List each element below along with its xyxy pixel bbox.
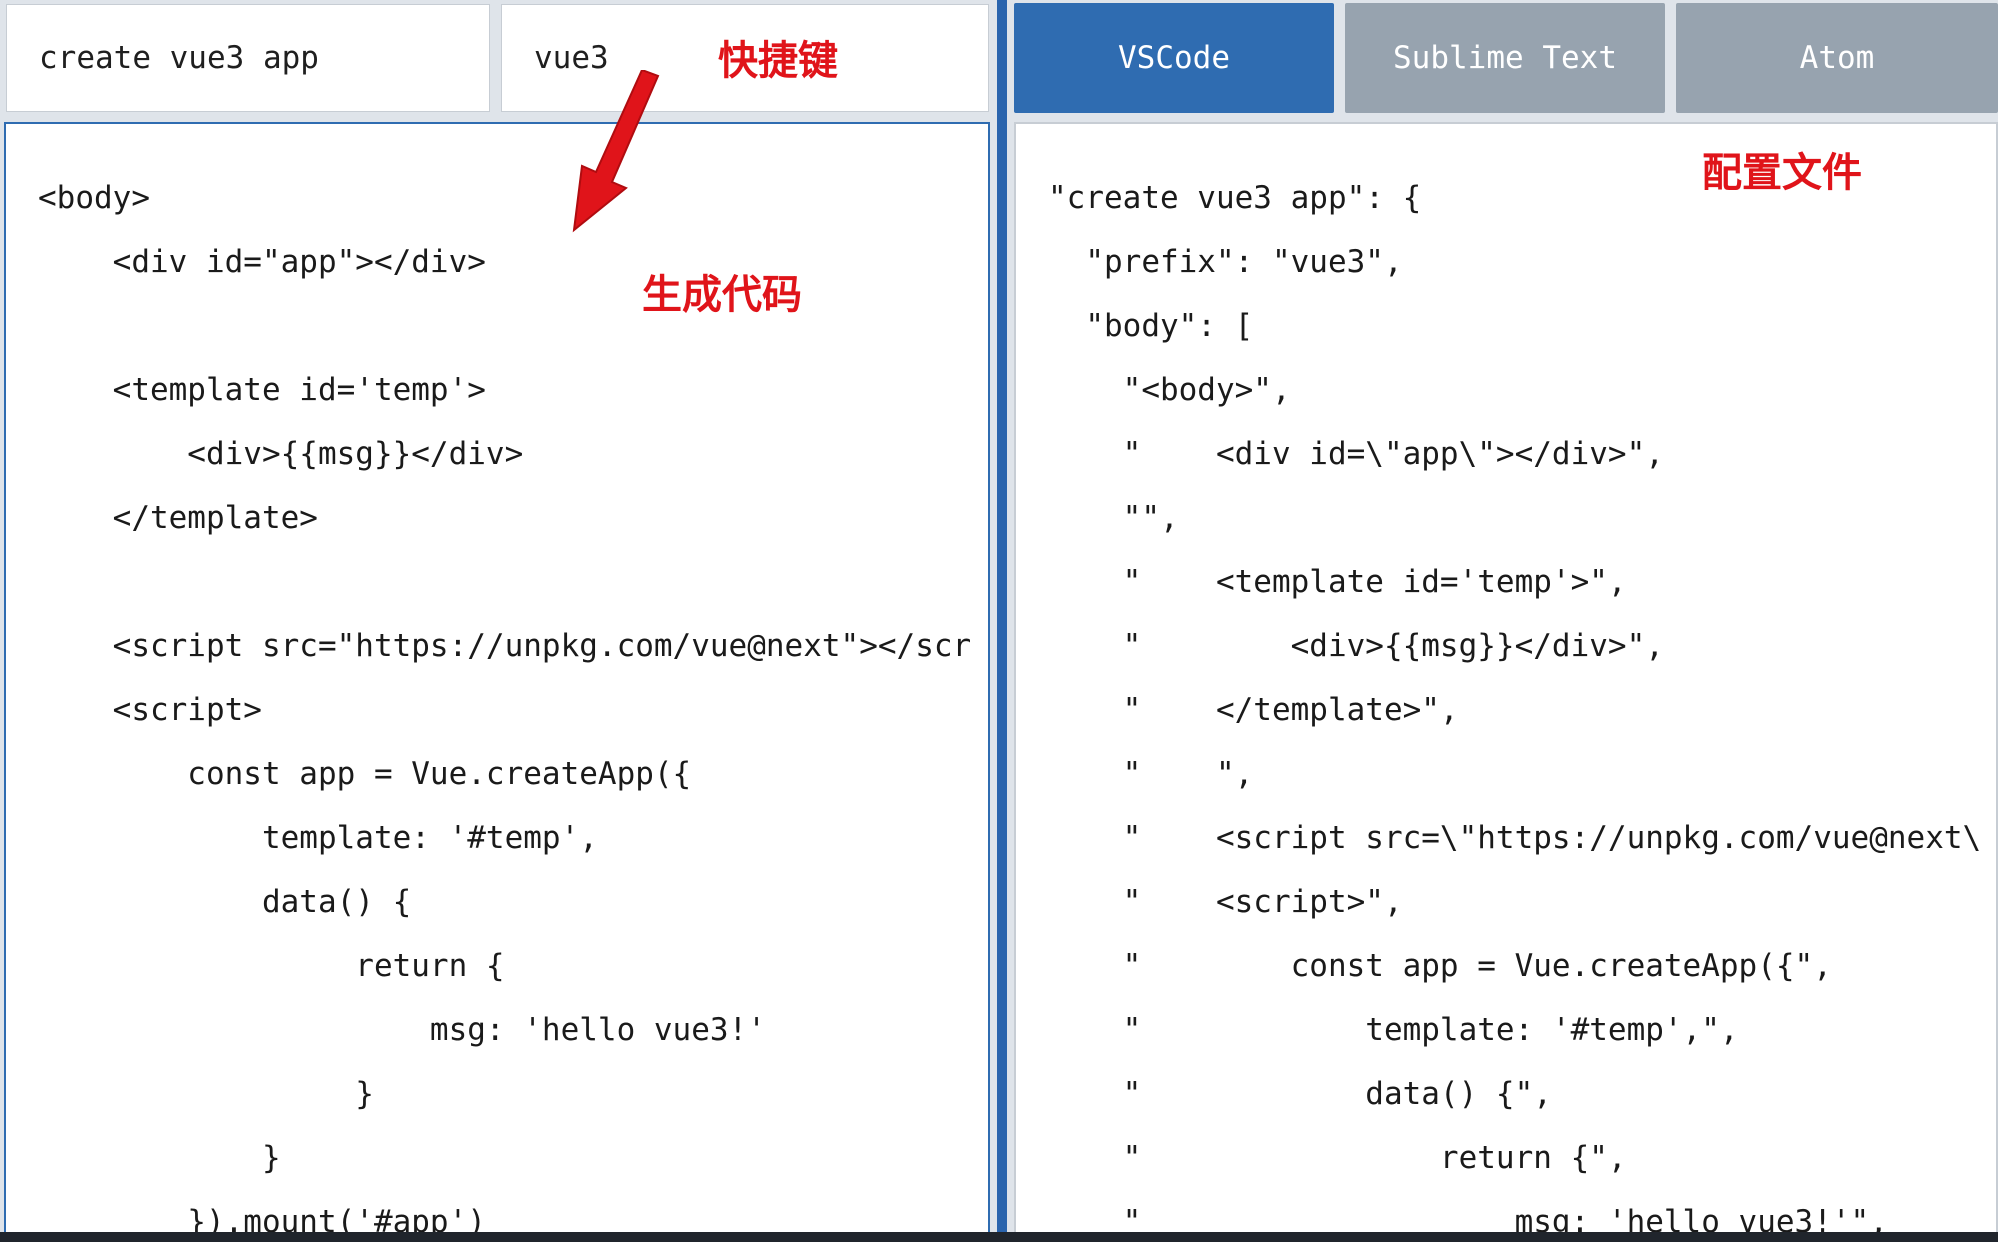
annotation-arrow-icon	[572, 70, 660, 233]
code-line: <body>	[38, 180, 150, 216]
config-code-lines: "create vue3 app": { "prefix": "vue3", "…	[1048, 166, 1982, 1240]
code-line: return {	[38, 948, 505, 984]
code-line: }	[38, 1140, 281, 1176]
code-line: " </template>",	[1048, 692, 1459, 728]
config-code-panel[interactable]: "create vue3 app": { "prefix": "vue3", "…	[1014, 122, 1998, 1242]
code-line: " <div id=\"app\"></div>",	[1048, 436, 1664, 472]
code-line: " <div>{{msg}}</div>",	[1048, 628, 1664, 664]
snippet-description-input[interactable]: create vue3 app	[6, 4, 490, 112]
code-line: "body": [	[1048, 308, 1254, 344]
annotation-shortcut: 快捷键	[718, 38, 838, 84]
generated-code-panel[interactable]: <body> <div id="app"></div> <template id…	[4, 122, 990, 1242]
annotation-generated-code: 生成代码	[642, 272, 802, 318]
code-line: "",	[1048, 500, 1179, 536]
code-line: " return {",	[1048, 1140, 1627, 1176]
code-line: <script src="https://unpkg.com/vue@next"…	[38, 628, 972, 664]
code-line: <div id="app"></div>	[38, 244, 486, 280]
code-line: "prefix": "vue3",	[1048, 244, 1403, 280]
code-line: <template id='temp'>	[38, 372, 486, 408]
terminal-strip	[0, 1232, 1998, 1242]
code-line: const app = Vue.createApp({	[38, 756, 692, 792]
code-line: " template: '#temp',",	[1048, 1012, 1739, 1048]
code-line: data() {	[38, 884, 412, 920]
tab-vscode[interactable]: VSCode	[1014, 3, 1334, 113]
annotation-config-file: 配置文件	[1702, 150, 1862, 196]
tab-sublime-text[interactable]: Sublime Text	[1345, 3, 1665, 113]
code-line: " <template id='temp'>",	[1048, 564, 1627, 600]
code-line: " <script src=\"https://unpkg.com/vue@ne…	[1048, 820, 1982, 856]
code-line: " <script>",	[1048, 884, 1403, 920]
tab-atom[interactable]: Atom	[1676, 3, 1998, 113]
generated-code-lines: <body> <div id="app"></div> <template id…	[38, 166, 972, 1240]
code-line: template: '#temp',	[38, 820, 598, 856]
code-line: <script>	[38, 692, 262, 728]
code-line: "<body>",	[1048, 372, 1291, 408]
code-line: " data() {",	[1048, 1076, 1552, 1112]
code-line: msg: 'hello vue3!'	[38, 1012, 766, 1048]
panel-divider[interactable]	[997, 0, 1007, 1242]
code-line: " ",	[1048, 756, 1254, 792]
code-line: " const app = Vue.createApp({",	[1048, 948, 1832, 984]
code-line: }	[38, 1076, 374, 1112]
code-line: <div>{{msg}}</div>	[38, 436, 524, 472]
code-line: </template>	[38, 500, 318, 536]
